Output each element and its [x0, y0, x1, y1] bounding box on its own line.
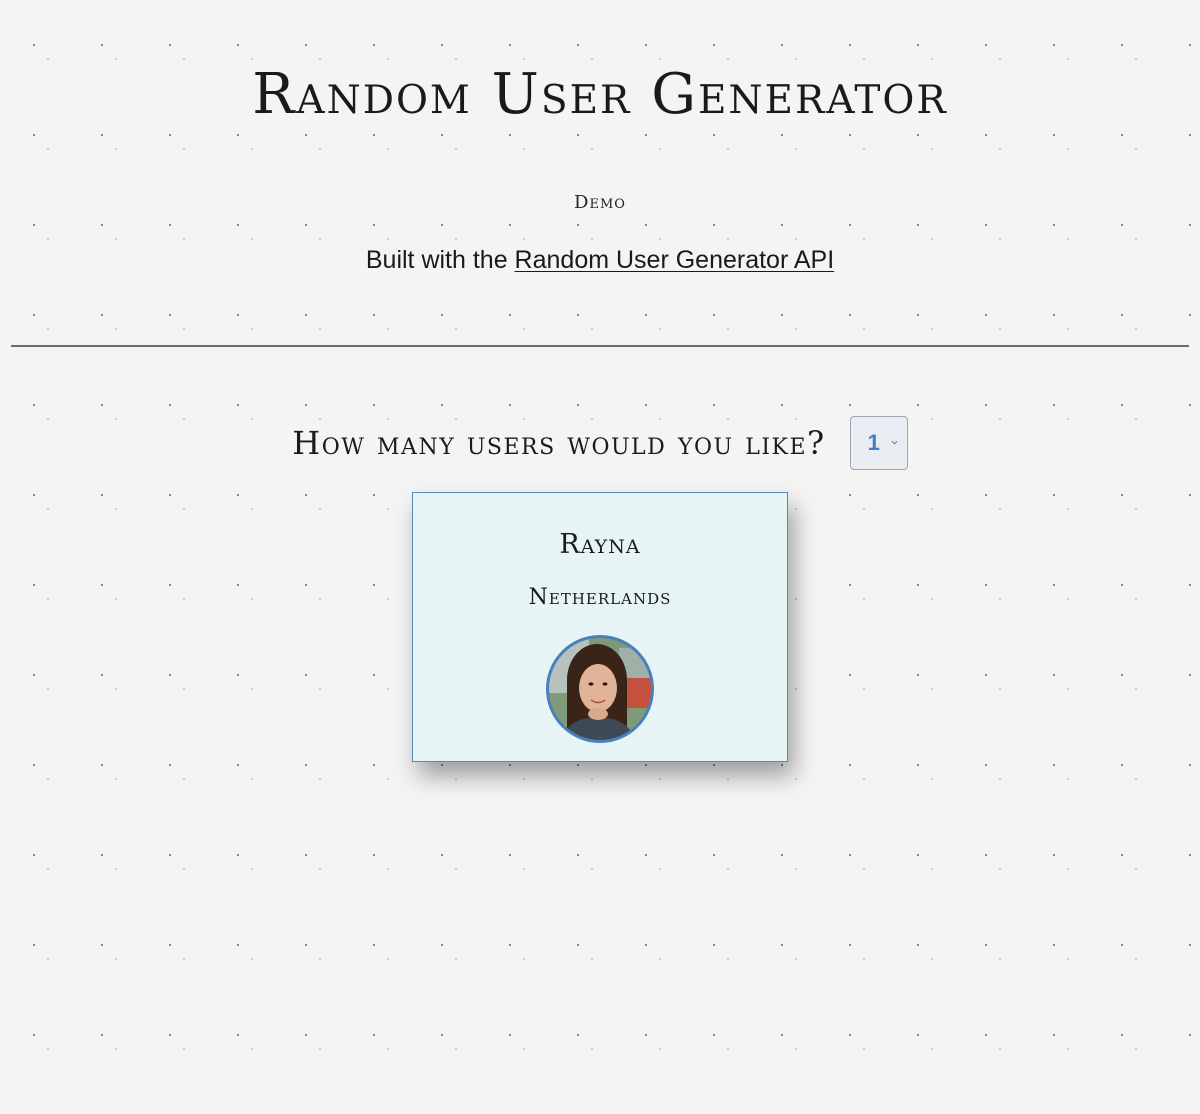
user-count-value: 1	[867, 430, 880, 455]
built-with-line: Built with the Random User Generator API	[0, 246, 1200, 275]
header-divider	[11, 345, 1189, 347]
user-count-question: How many users would you like?	[292, 424, 826, 462]
built-with-prefix: Built with the	[365, 246, 515, 274]
page-title: Random User Generator	[252, 62, 948, 127]
user-count-row: How many users would you like? 1	[0, 414, 1200, 472]
page-subtitle: Demo	[574, 192, 626, 213]
page-header: Random User Generator Demo Built with th…	[0, 0, 1200, 346]
chevron-down-icon	[891, 440, 898, 445]
user-count-select[interactable]: 1	[849, 416, 908, 470]
api-link[interactable]: Random User Generator API	[515, 246, 835, 274]
user-card: Rayna Netherlands	[412, 492, 788, 762]
user-country: Netherlands	[528, 585, 672, 610]
user-name: Rayna	[559, 529, 641, 560]
user-portrait-icon	[549, 638, 651, 740]
avatar	[546, 635, 654, 743]
